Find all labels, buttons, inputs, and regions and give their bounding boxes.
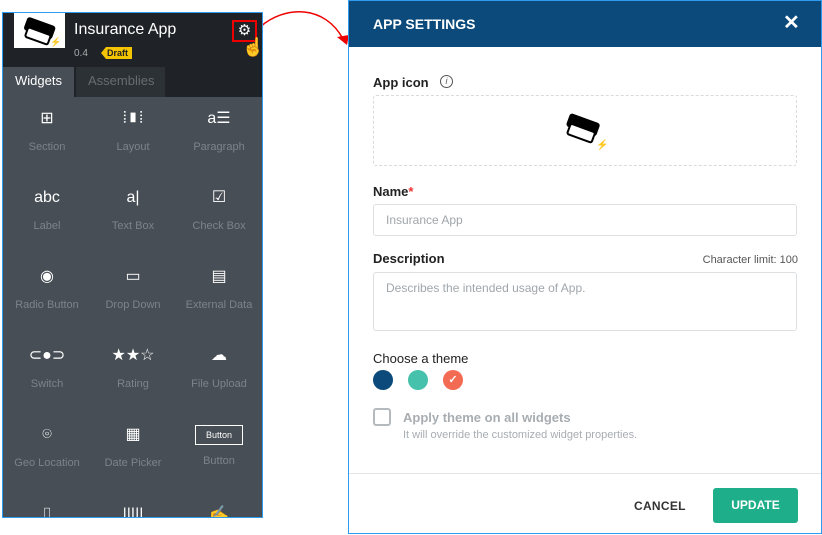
theme-label: Choose a theme: [373, 351, 469, 366]
name-label: Name*: [373, 184, 414, 199]
widget-button[interactable]: Button Button: [176, 423, 262, 467]
widget-label: Drop Down: [105, 299, 161, 311]
widget-switch[interactable]: ⊂●⊃ Switch: [4, 344, 90, 390]
character-limit: Character limit: 100: [702, 254, 798, 266]
widget-label: External Data: [185, 299, 253, 311]
widget-layout[interactable]: ⦙▮⦙ Layout: [90, 107, 176, 153]
description-label: Description: [373, 251, 445, 266]
apply-theme-checkbox[interactable]: [373, 408, 391, 426]
widget-section[interactable]: ⊞ Section: [4, 107, 90, 153]
app-logo: ⚡: [14, 13, 65, 48]
panel-tabs: Widgets Assemblies: [3, 67, 262, 97]
tab-assemblies[interactable]: Assemblies: [76, 67, 165, 97]
app-icon-label: App icon: [373, 75, 429, 90]
textbox-icon: a|: [126, 189, 140, 206]
widget-label: Date Picker: [104, 457, 162, 469]
widget-panel: ⚡ Insurance App 0.4 Draft ⚙ ☝ Widgets As…: [2, 12, 263, 518]
svg-text:⚡: ⚡: [596, 138, 608, 151]
widget-label: Label: [33, 220, 61, 232]
widget-geo-location[interactable]: ⌾ Geo Location: [4, 423, 90, 469]
widget-label: File Upload: [191, 378, 247, 390]
status-badge: Draft: [101, 47, 133, 59]
apply-theme-label: Apply theme on all widgets: [403, 410, 571, 425]
theme-swatch-teal[interactable]: [408, 370, 428, 390]
widget-label: Geo Location: [14, 457, 80, 469]
dialog-header: APP SETTINGS ✕: [349, 1, 821, 47]
widget-label: Rating: [117, 378, 149, 390]
external-data-icon: ▤: [211, 268, 227, 285]
apply-theme-hint: It will override the customized widget p…: [403, 429, 638, 441]
hand-cursor-icon: ☝: [242, 37, 263, 57]
paragraph-icon: a☰: [207, 110, 231, 127]
widget-label: Layout: [116, 141, 150, 153]
map-pin-icon: ⌾: [42, 426, 52, 443]
dialog-title: APP SETTINGS: [373, 16, 476, 32]
widget-label: Button: [203, 455, 235, 467]
info-icon[interactable]: i: [440, 75, 453, 88]
app-icon-preview: ⚡: [566, 113, 608, 151]
signature-icon[interactable]: ✍: [176, 503, 262, 517]
app-icon-dropzone[interactable]: ⚡: [373, 95, 797, 166]
checkbox-icon: ☑: [211, 189, 227, 206]
app-version: 0.4: [74, 48, 88, 59]
widget-label: Switch: [30, 378, 64, 390]
label-icon: abc: [34, 189, 60, 206]
widget-radio-button[interactable]: ◉ Radio Button: [4, 265, 90, 311]
callout-arrow: [259, 11, 349, 45]
button-icon: Button: [195, 425, 243, 445]
widget-label[interactable]: abc Label: [4, 186, 90, 232]
widget-date-picker[interactable]: ▦ Date Picker: [90, 423, 176, 469]
radio-icon: ◉: [40, 268, 54, 285]
name-input[interactable]: Insurance App: [373, 204, 797, 236]
widget-file-upload[interactable]: ☁ File Upload: [176, 344, 262, 390]
tab-widgets[interactable]: Widgets: [3, 67, 74, 97]
switch-icon: ⊂●⊃: [28, 347, 66, 364]
widget-label: Section: [28, 141, 66, 153]
app-header: ⚡ Insurance App 0.4 Draft ⚙ ☝: [3, 13, 262, 67]
dropdown-icon: ▭: [125, 268, 141, 285]
theme-swatch-blue[interactable]: [373, 370, 393, 390]
widget-check-box[interactable]: ☑ Check Box: [176, 186, 262, 232]
widget-drop-down[interactable]: ▭ Drop Down: [90, 265, 176, 311]
layout-icon: ⦙▮⦙: [123, 110, 143, 127]
widget-paragraph[interactable]: a☰ Paragraph: [176, 107, 262, 153]
close-icon[interactable]: ✕: [783, 10, 800, 35]
footer-divider: [349, 473, 821, 474]
widget-label: Paragraph: [193, 141, 245, 153]
widget-label: Radio Button: [15, 299, 79, 311]
cancel-button[interactable]: CANCEL: [634, 499, 686, 513]
widget-external-data[interactable]: ▤ External Data: [176, 265, 262, 311]
widget-rating[interactable]: ★★☆ Rating: [90, 344, 176, 390]
widget-text-box[interactable]: a| Text Box: [90, 186, 176, 232]
description-input[interactable]: Describes the intended usage of App.: [373, 272, 797, 331]
update-button[interactable]: UPDATE: [713, 488, 798, 523]
widget-label: Text Box: [111, 220, 155, 232]
app-settings-dialog: APP SETTINGS ✕ App icon i ⚡ Name* Insura…: [348, 0, 822, 534]
theme-swatch-coral[interactable]: ✓: [443, 370, 463, 390]
app-title: Insurance App: [74, 21, 177, 38]
camera-icon[interactable]: ⌷: [4, 503, 90, 517]
widget-label: Check Box: [192, 220, 246, 232]
rating-icon: ★★☆: [111, 347, 155, 364]
required-marker: *: [408, 184, 414, 199]
barcode-icon[interactable]: |||||: [90, 503, 176, 517]
svg-text:⚡: ⚡: [50, 36, 61, 48]
section-icon: ⊞: [40, 110, 54, 127]
calendar-icon: ▦: [125, 426, 141, 443]
cloud-upload-icon: ☁: [211, 347, 227, 364]
